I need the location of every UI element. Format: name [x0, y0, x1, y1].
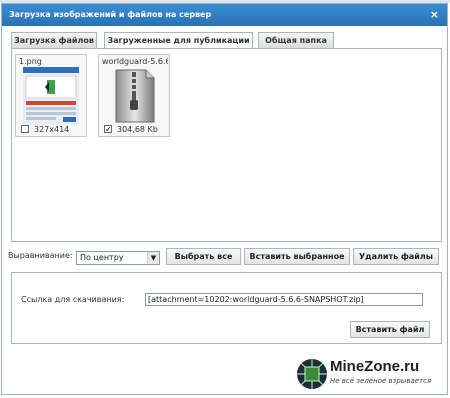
logo-burst-icon — [297, 359, 327, 389]
insert-selected-button[interactable]: Вставить выбранное — [244, 248, 350, 265]
archive-icon — [115, 69, 155, 123]
file-name: 1.png — [19, 57, 42, 66]
alignment-select[interactable]: По центру ▼ — [76, 251, 160, 265]
dialog-title: Загрузка изображений и файлов на сервер — [9, 10, 212, 19]
chevron-down-icon[interactable]: ▼ — [147, 252, 159, 264]
download-link-label: Ссылка для скачивания: — [21, 295, 125, 304]
tab-shared-folder[interactable]: Общая папка — [258, 32, 334, 48]
delete-files-button[interactable]: Удалить файлы — [353, 248, 439, 265]
file-name: worldguard-5.6.6- — [102, 57, 168, 66]
file-card[interactable]: worldguard-5.6.6- ✓ 304,68 Kb — [98, 54, 170, 137]
dialog-titlebar: Загрузка изображений и файлов на сервер … — [2, 4, 447, 26]
watermark-logo: MineZone.ru Не всё зелёное взрывается — [294, 356, 444, 396]
file-size: 304,68 Kb — [117, 125, 158, 134]
tab-uploaded-for-publication[interactable]: Загруженные для публикации — [104, 32, 253, 49]
image-thumbnail — [23, 67, 79, 125]
insert-file-button[interactable]: Вставить файл — [350, 321, 430, 338]
upload-dialog: Загрузка изображений и файлов на сервер … — [1, 3, 448, 395]
download-link-panel: Ссылка для скачивания: [attachment=10202… — [11, 272, 442, 344]
file-checkbox[interactable] — [21, 125, 29, 133]
files-panel: 1.png 327x414 worldguard-5.6.6- ✓ 304,68… — [11, 48, 442, 242]
tab-upload-files[interactable]: Загрузка файлов — [11, 32, 97, 48]
file-checkbox-checked[interactable]: ✓ — [104, 125, 112, 134]
watermark-title: MineZone.ru — [330, 358, 420, 375]
watermark-subtitle: Не всё зелёное взрывается — [330, 377, 432, 385]
download-link-field[interactable]: [attachment=10202:worldguard-5.6.6-SNAPS… — [145, 293, 423, 306]
file-card[interactable]: 1.png 327x414 — [15, 54, 87, 137]
alignment-label: Выравнивание: — [8, 251, 73, 260]
file-dimensions: 327x414 — [34, 125, 70, 134]
select-all-button[interactable]: Выбрать все — [166, 248, 241, 265]
close-icon[interactable]: × — [430, 4, 439, 25]
alignment-value: По центру — [80, 253, 124, 262]
